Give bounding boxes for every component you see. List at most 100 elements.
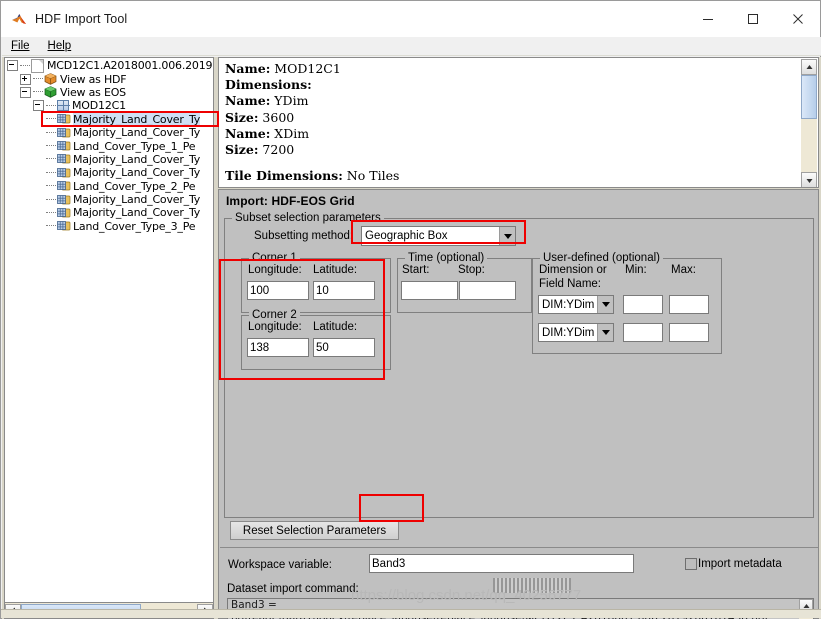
metadata-line: Tile Dimensions: No Tiles xyxy=(225,168,812,184)
expander-minus-icon[interactable] xyxy=(20,86,31,98)
tree-node-dataset-2[interactable]: Land_Cover_Type_1_Pe xyxy=(5,139,213,153)
scrollbar-thumb[interactable] xyxy=(801,75,817,119)
tree-node-label: Majority_Land_Cover_Ty xyxy=(73,193,201,207)
chevron-down-icon[interactable] xyxy=(597,324,613,341)
minimize-button[interactable] xyxy=(685,1,730,37)
tree-connector xyxy=(46,131,56,134)
tree-node-label: Majority_Land_Cover_Ty xyxy=(73,126,201,140)
subsetting-method-dropdown[interactable]: Geographic Box xyxy=(361,226,516,246)
metadata-line: Name: XDim xyxy=(225,126,812,142)
tree-node-label: Majority_Land_Cover_Ty xyxy=(73,166,201,180)
menu-file-label: File xyxy=(11,40,30,52)
metadata-text: Name: MOD12C1 Dimensions: Name: YDim Siz… xyxy=(219,58,818,187)
tree-node-dataset-3[interactable]: Majority_Land_Cover_Ty xyxy=(5,153,213,166)
watermark-text: https://blog.csdn.net/qq_40256777 xyxy=(351,587,582,604)
userdefined-field-value: DIM:YDim xyxy=(542,298,595,311)
tree-connector xyxy=(46,104,56,107)
metadata-line: Size: 7200 xyxy=(225,142,812,158)
panel-divider xyxy=(220,547,819,548)
close-button[interactable] xyxy=(775,1,820,37)
userdefined-min-input-0[interactable] xyxy=(623,295,663,314)
metadata-line: Size: 3600 xyxy=(225,110,812,126)
tree-node-label: Majority_Land_Cover_Ty xyxy=(73,206,201,220)
reset-selection-parameters-button[interactable]: Reset Selection Parameters xyxy=(230,521,399,540)
metadata-vertical-scrollbar[interactable] xyxy=(801,59,817,187)
metadata-value: YDim xyxy=(270,93,309,109)
metadata-value: MOD12C1 xyxy=(270,61,341,76)
userdefined-max-input-1[interactable] xyxy=(669,323,709,342)
import-metadata-checkbox[interactable]: Import metadata xyxy=(685,558,782,570)
time-group-label: Time (optional) xyxy=(405,252,488,264)
expander-minus-icon[interactable] xyxy=(33,100,44,112)
dataset-tree-panel[interactable]: MCD12C1.A2018001.006.20192 View as HDF V… xyxy=(4,57,214,603)
menu-help[interactable]: Help xyxy=(39,37,81,55)
tree-node-file[interactable]: MCD12C1.A2018001.006.20192 xyxy=(5,58,214,73)
matlab-icon xyxy=(11,11,27,27)
corner2-group-label: Corner 2 xyxy=(249,309,300,321)
tree-node-dataset-8[interactable]: Land_Cover_Type_3_Pe xyxy=(5,220,213,233)
workspace-variable-input[interactable] xyxy=(369,554,634,573)
tree-node-dataset-1[interactable]: Majority_Land_Cover_Ty xyxy=(5,126,213,139)
dataset-icon xyxy=(57,220,71,232)
metadata-value: No Tiles xyxy=(342,168,400,184)
corner2-longitude-input[interactable] xyxy=(247,338,309,357)
chevron-down-icon[interactable] xyxy=(499,227,515,245)
main-body: MCD12C1.A2018001.006.20192 View as HDF V… xyxy=(2,57,821,619)
tree-node-label: MOD12C1 xyxy=(72,99,126,113)
tree-connector xyxy=(33,78,43,80)
expander-minus-icon[interactable] xyxy=(7,60,18,72)
metadata-line: Dimensions: xyxy=(225,77,812,93)
menu-file[interactable]: File xyxy=(2,37,39,55)
time-start-input[interactable] xyxy=(401,281,458,300)
userdefined-field-dropdown-1[interactable]: DIM:YDim xyxy=(538,323,614,342)
tree-node-label: MCD12C1.A2018001.006.20192 xyxy=(47,59,214,73)
tree-node-dataset-0[interactable]: Majority_Land_Cover_Ty xyxy=(5,112,213,126)
grid-icon xyxy=(57,100,70,113)
tree-node-dataset-7[interactable]: Majority_Land_Cover_Ty xyxy=(5,206,213,219)
metadata-line: Name: MOD12C1 xyxy=(225,61,812,77)
tree-node-dataset-4[interactable]: Majority_Land_Cover_Ty xyxy=(5,166,213,179)
corner1-longitude-label: Longitude: xyxy=(248,264,302,276)
chevron-down-icon[interactable] xyxy=(597,296,613,313)
tree-connector xyxy=(20,64,30,67)
corner2-latitude-input[interactable] xyxy=(313,338,375,357)
tree-connector xyxy=(33,91,43,93)
tree-node-view-as-hdf[interactable]: View as HDF xyxy=(5,72,213,86)
dataset-icon xyxy=(57,194,71,206)
userdefined-min-label: Min: xyxy=(625,264,647,276)
expander-plus-icon[interactable] xyxy=(20,73,31,85)
scrollbar-track[interactable] xyxy=(801,119,817,172)
corner1-longitude-input[interactable] xyxy=(247,281,309,300)
scroll-up-icon[interactable] xyxy=(801,59,817,75)
checkbox-box[interactable] xyxy=(685,558,697,570)
menu-help-label: Help xyxy=(47,40,72,52)
dataset-icon xyxy=(57,127,71,139)
metadata-gap xyxy=(225,158,812,168)
dataset-icon xyxy=(57,140,71,152)
userdefined-field-dropdown-0[interactable]: DIM:YDim xyxy=(538,295,614,314)
import-metadata-label: Import metadata xyxy=(698,558,782,570)
metadata-key: Size: xyxy=(225,109,259,125)
maximize-button[interactable] xyxy=(730,1,775,37)
tree-node-dataset-6[interactable]: Majority_Land_Cover_Ty xyxy=(5,193,213,206)
corner1-group-label: Corner 1 xyxy=(249,252,300,264)
time-stop-input[interactable] xyxy=(459,281,516,300)
tree-node-label: Majority_Land_Cover_Ty xyxy=(73,112,201,126)
tree-connector xyxy=(46,171,56,174)
dataset-icon xyxy=(57,180,71,192)
metadata-key: Dimensions: xyxy=(225,77,312,93)
dataset-icon xyxy=(57,113,71,125)
metadata-key: Size: xyxy=(225,142,259,158)
tree-node-view-as-eos[interactable]: View as EOS xyxy=(5,86,213,99)
tree-connector xyxy=(46,145,56,147)
corner1-latitude-input[interactable] xyxy=(313,281,375,300)
tree-connector xyxy=(46,185,56,187)
scroll-down-icon[interactable] xyxy=(801,172,817,187)
tree-node-mod12c1[interactable]: MOD12C1 xyxy=(5,99,213,113)
userdefined-max-input-0[interactable] xyxy=(669,295,709,314)
userdefined-min-input-1[interactable] xyxy=(623,323,663,342)
window-bottom-strip xyxy=(1,609,821,618)
tree-connector xyxy=(46,118,56,120)
tree-node-label: Majority_Land_Cover_Ty xyxy=(73,152,201,166)
tree-node-dataset-5[interactable]: Land_Cover_Type_2_Pe xyxy=(5,180,213,193)
